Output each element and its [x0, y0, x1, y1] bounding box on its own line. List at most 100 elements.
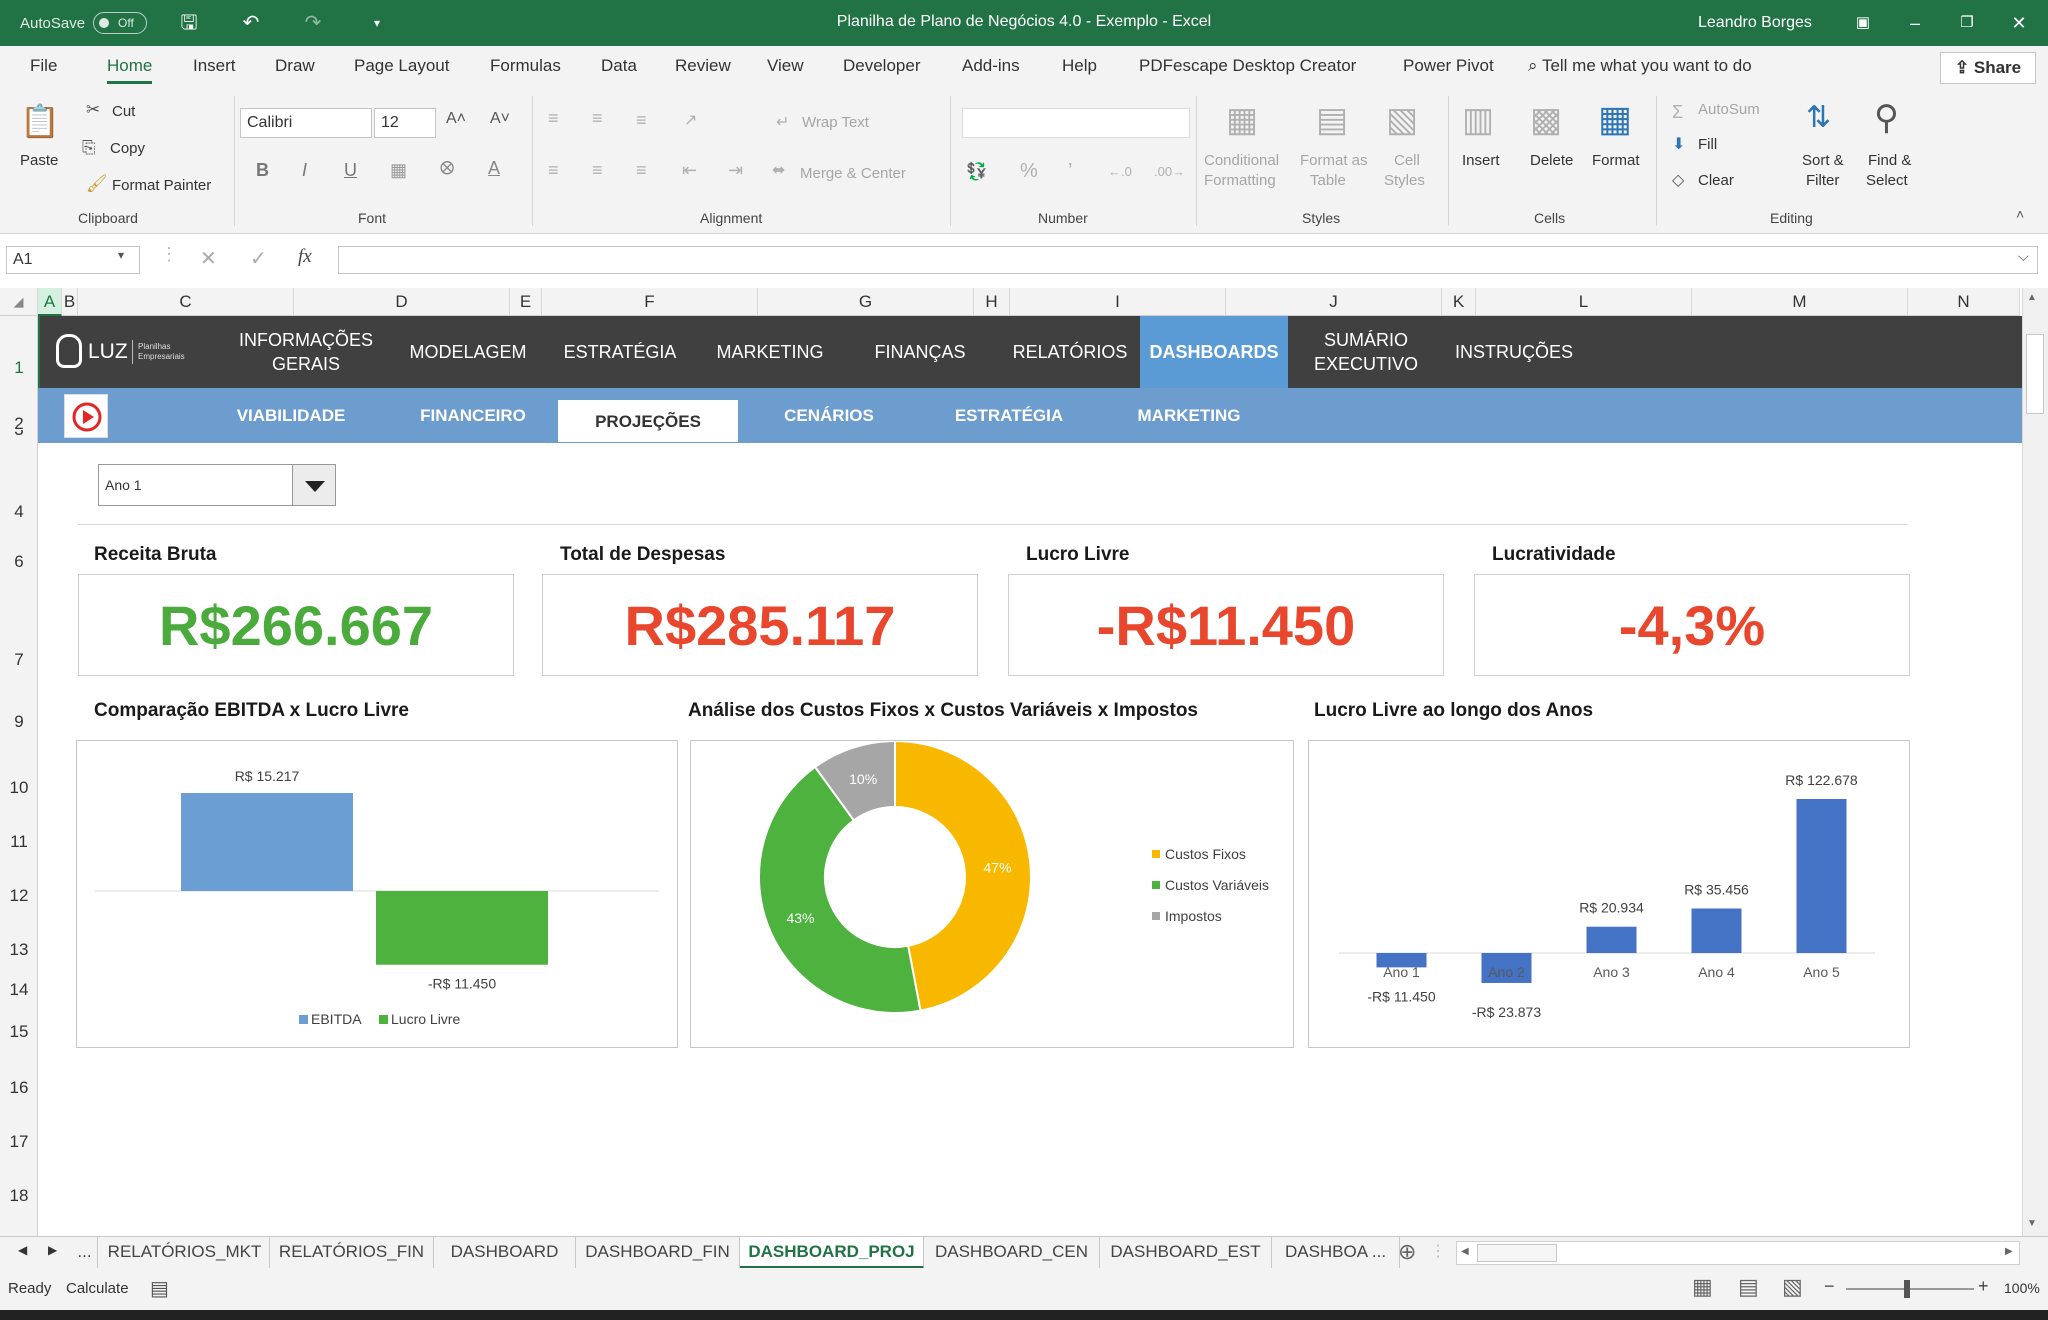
- sheet-tab[interactable]: DASHBOA ...: [1272, 1237, 1400, 1269]
- format-cells-button[interactable]: Format: [1592, 152, 1640, 169]
- row-header[interactable]: 15: [0, 1022, 38, 1042]
- column-header-c[interactable]: C: [78, 288, 294, 316]
- decrease-decimal-icon[interactable]: .00→: [1154, 164, 1185, 179]
- cancel-entry-icon[interactable]: ✕: [200, 246, 217, 271]
- zoom-level[interactable]: 100%: [2004, 1280, 2040, 1296]
- name-box-dropdown-icon[interactable]: ▾: [118, 248, 124, 262]
- nav-modelagem[interactable]: MODELAGEM: [394, 316, 542, 388]
- subnav-viabilidade[interactable]: VIABILIDADE: [216, 402, 366, 430]
- underline-icon[interactable]: U: [344, 160, 357, 181]
- column-header-j[interactable]: J: [1226, 288, 1442, 316]
- column-header-e[interactable]: E: [510, 288, 542, 316]
- nav-estrategia[interactable]: ESTRATÉGIA: [546, 316, 694, 388]
- select-all-corner[interactable]: ◢: [0, 288, 38, 316]
- scroll-left-icon[interactable]: ◀: [1461, 1246, 1469, 1257]
- subnav-estrategia[interactable]: ESTRATÉGIA: [934, 402, 1084, 430]
- row-header[interactable]: 9: [0, 712, 38, 732]
- sheet-tab-active[interactable]: DASHBOARD_PROJ: [740, 1237, 924, 1269]
- paste-button[interactable]: Paste: [20, 152, 58, 169]
- insert-cells-button[interactable]: Insert: [1462, 152, 1500, 169]
- column-header-b[interactable]: B: [62, 288, 78, 316]
- increase-indent-icon[interactable]: ⇥: [728, 160, 743, 181]
- column-header-a[interactable]: A: [38, 288, 62, 316]
- decrease-indent-icon[interactable]: ⇤: [682, 160, 697, 181]
- column-header-f[interactable]: F: [542, 288, 758, 316]
- tab-review[interactable]: Review: [675, 56, 731, 76]
- restore-icon[interactable]: ❐: [1952, 10, 1982, 36]
- row-header[interactable]: 10: [0, 778, 38, 798]
- nav-relatorios[interactable]: RELATÓRIOS: [996, 316, 1144, 388]
- decrease-font-icon[interactable]: A˅: [490, 110, 510, 128]
- paste-icon[interactable]: 📋: [20, 102, 60, 142]
- subnav-financeiro[interactable]: FINANCEIRO: [398, 402, 548, 430]
- subnav-cenarios[interactable]: CENÁRIOS: [754, 402, 904, 430]
- tell-me-search[interactable]: ⌕ Tell me what you want to do: [1528, 56, 1752, 76]
- scroll-up-icon[interactable]: ▲: [2027, 292, 2037, 303]
- tab-developer[interactable]: Developer: [843, 56, 921, 76]
- nav-sumario-executivo[interactable]: SUMÁRIO EXECUTIVO: [1292, 316, 1440, 388]
- minimize-icon[interactable]: –: [1900, 10, 1930, 36]
- tab-insert[interactable]: Insert: [193, 56, 236, 76]
- column-header-d[interactable]: D: [294, 288, 510, 316]
- sheet-tab[interactable]: DASHBOARD_CEN: [924, 1237, 1100, 1269]
- row-header[interactable]: 18: [0, 1186, 38, 1206]
- align-center-icon[interactable]: ≡: [592, 160, 603, 181]
- scroll-right-icon[interactable]: ▶: [2005, 1246, 2013, 1257]
- column-header-n[interactable]: N: [1908, 288, 2020, 316]
- subnav-marketing[interactable]: MARKETING: [1114, 402, 1264, 430]
- dropdown-arrow-button[interactable]: [292, 464, 336, 506]
- tab-page-layout[interactable]: Page Layout: [354, 56, 449, 76]
- merge-center-button[interactable]: Merge & Center: [800, 165, 906, 182]
- increase-font-icon[interactable]: A˄: [446, 110, 466, 128]
- autosum-button[interactable]: AutoSum: [1698, 101, 1760, 118]
- column-header-h[interactable]: H: [974, 288, 1010, 316]
- tab-help[interactable]: Help: [1062, 56, 1097, 76]
- zoom-out-icon[interactable]: −: [1824, 1276, 1835, 1297]
- zoom-in-icon[interactable]: +: [1978, 1276, 1989, 1297]
- sheet-tab[interactable]: RELATÓRIOS_FIN: [270, 1237, 434, 1269]
- scroll-thumb[interactable]: [2026, 334, 2044, 414]
- clear-button[interactable]: Clear: [1698, 172, 1734, 189]
- status-calculate[interactable]: Calculate: [66, 1280, 129, 1297]
- tab-home[interactable]: Home: [107, 56, 153, 84]
- row-header[interactable]: 13: [0, 940, 38, 960]
- column-header-g[interactable]: G: [758, 288, 974, 316]
- zoom-slider-thumb[interactable]: [1904, 1280, 1910, 1298]
- row-header[interactable]: 17: [0, 1132, 38, 1152]
- expand-formula-icon[interactable]: ⌵: [2018, 248, 2029, 265]
- fill-color-icon[interactable]: ⭙: [440, 158, 454, 179]
- fill-button[interactable]: Fill: [1698, 136, 1717, 153]
- nav-financas[interactable]: FINANÇAS: [846, 316, 994, 388]
- normal-view-icon[interactable]: ▦: [1692, 1274, 1713, 1300]
- align-left-icon[interactable]: ≡: [548, 160, 559, 181]
- page-layout-view-icon[interactable]: ▤: [1738, 1274, 1759, 1300]
- nav-instrucoes[interactable]: INSTRUÇÕES: [1440, 316, 1588, 388]
- prev-sheet-icon[interactable]: ◀: [18, 1243, 27, 1257]
- next-sheet-icon[interactable]: ▶: [48, 1243, 57, 1257]
- chart-lucro-anos-box[interactable]: -R$ 11.450 Ano 1 -R$ 23.873 Ano 2 R$ 20.934 A…: [1308, 740, 1910, 1048]
- tab-formulas[interactable]: Formulas: [490, 56, 561, 76]
- delete-cells-button[interactable]: Delete: [1530, 152, 1573, 169]
- macro-record-icon[interactable]: ▤: [150, 1276, 169, 1301]
- confirm-entry-icon[interactable]: ✓: [250, 246, 267, 271]
- increase-decimal-icon[interactable]: ←.0: [1108, 164, 1132, 179]
- orientation-icon[interactable]: ↗: [684, 110, 697, 130]
- column-header-k[interactable]: K: [1442, 288, 1476, 316]
- font-name-select[interactable]: Calibri: [240, 108, 372, 138]
- add-sheet-icon[interactable]: ⊕: [1398, 1239, 1416, 1265]
- formula-input[interactable]: [338, 246, 2038, 274]
- sheet-tab[interactable]: DASHBOARD: [434, 1237, 576, 1269]
- video-button[interactable]: [64, 394, 108, 438]
- sort-filter-button[interactable]: Sort &: [1802, 152, 1844, 169]
- horizontal-scrollbar[interactable]: ◀ ▶: [1456, 1241, 2020, 1265]
- row-header[interactable]: 16: [0, 1078, 38, 1098]
- italic-icon[interactable]: I: [302, 160, 307, 181]
- sheet-tab[interactable]: RELATÓRIOS_MKT: [100, 1237, 270, 1269]
- format-as-table-button[interactable]: Format as: [1300, 152, 1368, 169]
- row-header[interactable]: 4: [0, 502, 38, 522]
- tab-view[interactable]: View: [767, 56, 804, 76]
- row-header[interactable]: 6: [0, 552, 38, 572]
- zoom-slider[interactable]: [1846, 1288, 1974, 1290]
- nav-marketing[interactable]: MARKETING: [696, 316, 844, 388]
- scroll-thumb[interactable]: [1477, 1244, 1557, 1262]
